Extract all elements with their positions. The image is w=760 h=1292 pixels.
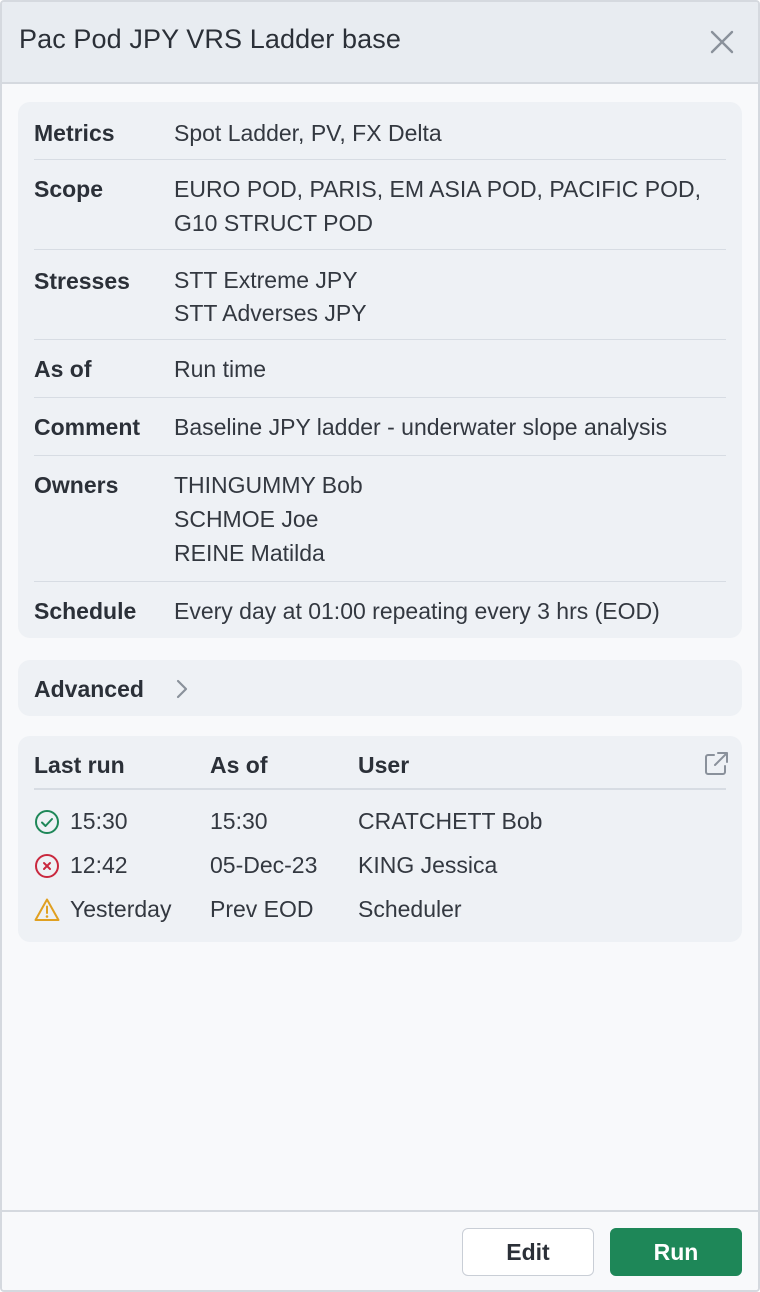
- stress-line: STT Adverses JPY: [174, 300, 367, 326]
- error-circle-icon: [35, 854, 59, 878]
- detail-row-scope: Scope EURO POD, PARIS, EM ASIA POD, PACI…: [34, 172, 726, 250]
- column-header-as-of: As of: [210, 752, 268, 778]
- run-as-of: 15:30: [210, 808, 268, 834]
- column-header-last-run: Last run: [34, 752, 125, 778]
- run-history-card: Last run As of User 15:30 15:30 CRATCHET…: [18, 736, 742, 942]
- run-user: CRATCHETT Bob: [358, 808, 543, 834]
- schedule-label: Schedule: [34, 598, 137, 624]
- run-time: 15:30: [70, 808, 128, 834]
- stress-line: STT Extreme JPY: [174, 267, 358, 293]
- table-row[interactable]: Yesterday Prev EOD Scheduler: [34, 892, 726, 926]
- dialog-footer: Edit Run: [2, 1210, 758, 1290]
- comment-label: Comment: [34, 414, 141, 440]
- details-card: Metrics Spot Ladder, PV, FX Delta Scope …: [18, 102, 742, 638]
- owner-line: REINE Matilda: [174, 540, 325, 566]
- run-history-header: Last run As of User: [34, 748, 726, 790]
- run-as-of: 05-Dec-23: [210, 852, 318, 878]
- run-button[interactable]: Run: [610, 1228, 742, 1276]
- run-time: Yesterday: [70, 896, 172, 922]
- detail-row-comment: Comment Baseline JPY ladder - underwater…: [34, 410, 726, 456]
- detail-row-owners: Owners THINGUMMY Bob SCHMOE Joe REINE Ma…: [34, 468, 726, 582]
- scope-line: G10 STRUCT POD: [174, 210, 373, 236]
- run-time: 12:42: [70, 852, 128, 878]
- close-icon: [710, 30, 734, 54]
- run-user: KING Jessica: [358, 852, 498, 878]
- column-header-user: User: [358, 752, 410, 778]
- owners-label: Owners: [34, 472, 119, 498]
- owner-line: THINGUMMY Bob: [174, 472, 363, 498]
- owner-line: SCHMOE Joe: [174, 506, 319, 532]
- as-of-value: Run time: [174, 356, 267, 382]
- table-row[interactable]: 15:30 15:30 CRATCHETT Bob: [34, 804, 726, 838]
- metrics-value: Spot Ladder, PV, FX Delta: [174, 120, 442, 146]
- open-external-button[interactable]: [702, 750, 730, 778]
- scope-line: EURO POD, PARIS, EM ASIA POD, PACIFIC PO…: [174, 176, 701, 202]
- scope-label: Scope: [34, 176, 104, 202]
- scope-value: EURO POD, PARIS, EM ASIA POD, PACIFIC PO…: [174, 172, 701, 240]
- detail-row-as-of: As of Run time: [34, 352, 726, 398]
- as-of-label: As of: [34, 356, 92, 382]
- detail-row-schedule: Schedule Every day at 01:00 repeating ev…: [34, 594, 726, 632]
- advanced-label: Advanced: [34, 676, 144, 702]
- owners-value: THINGUMMY Bob SCHMOE Joe REINE Matilda: [174, 468, 363, 570]
- detail-row-metrics: Metrics Spot Ladder, PV, FX Delta: [34, 116, 726, 160]
- metrics-label: Metrics: [34, 120, 115, 146]
- edit-button[interactable]: Edit: [462, 1228, 594, 1276]
- external-link-icon: [705, 752, 728, 775]
- advanced-toggle[interactable]: Advanced: [18, 660, 742, 716]
- detail-row-stresses: Stresses STT Extreme JPY STT Adverses JP…: [34, 264, 726, 340]
- comment-value: Baseline JPY ladder - underwater slope a…: [174, 414, 668, 440]
- table-row[interactable]: 12:42 05-Dec-23 KING Jessica: [34, 848, 726, 882]
- dialog-title: Pac Pod JPY VRS Ladder base: [19, 24, 401, 54]
- stresses-label: Stresses: [34, 268, 130, 294]
- stresses-value: STT Extreme JPY STT Adverses JPY: [174, 264, 367, 330]
- check-circle-icon: [35, 810, 59, 834]
- close-button[interactable]: [706, 26, 738, 58]
- chevron-right-icon: [176, 679, 188, 699]
- run-user: Scheduler: [358, 896, 462, 922]
- run-as-of: Prev EOD: [210, 896, 314, 922]
- dialog-panel: Pac Pod JPY VRS Ladder base Metrics Spot…: [0, 0, 760, 1292]
- warning-triangle-icon: [34, 898, 60, 921]
- schedule-value: Every day at 01:00 repeating every 3 hrs…: [174, 598, 660, 624]
- dialog-header: Pac Pod JPY VRS Ladder base: [2, 2, 758, 84]
